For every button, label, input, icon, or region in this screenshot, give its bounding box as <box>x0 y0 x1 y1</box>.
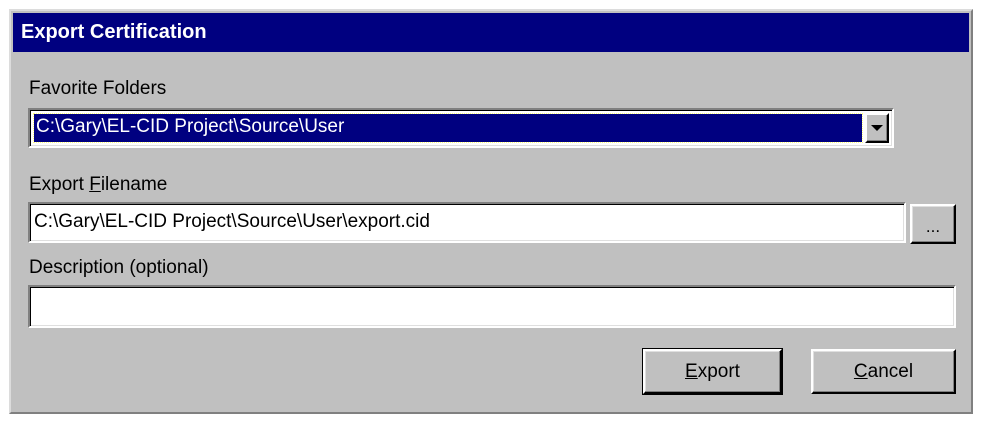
favorite-folders-label: Favorite Folders <box>29 78 167 99</box>
favorite-folders-dropdown-button[interactable] <box>865 113 889 143</box>
export-filename-field[interactable]: C:\Gary\EL-CID Project\Source\User\expor… <box>28 202 906 243</box>
export-button[interactable]: Export <box>642 348 783 395</box>
favorite-folders-selected[interactable]: C:\Gary\EL-CID Project\Source\User <box>33 113 863 143</box>
favorite-folders-combobox[interactable]: C:\Gary\EL-CID Project\Source\User <box>28 108 894 148</box>
chevron-down-icon <box>871 125 883 131</box>
cancel-button[interactable]: Cancel <box>811 349 956 394</box>
dialog-title: Export Certification <box>13 13 969 52</box>
export-filename-value[interactable]: C:\Gary\EL-CID Project\Source\User\expor… <box>34 207 900 237</box>
description-label: Description (optional) <box>29 257 209 278</box>
export-filename-label: Export Filename <box>29 174 168 195</box>
export-certification-dialog: Export Certification Favorite Folders C:… <box>9 9 973 414</box>
description-field[interactable] <box>28 285 956 328</box>
browse-button[interactable]: ... <box>910 204 956 244</box>
